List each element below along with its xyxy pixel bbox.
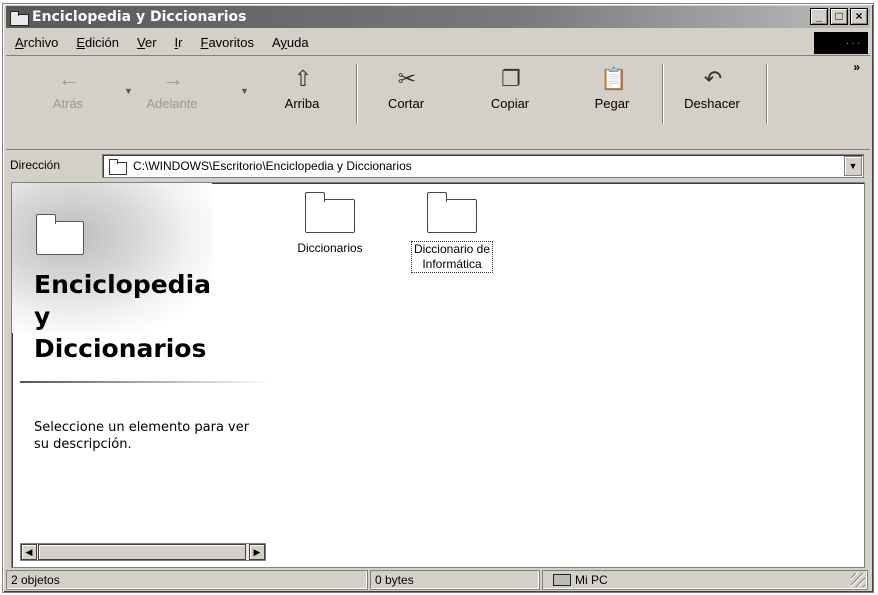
address-bar: Dirección C:\WINDOWS\Escritorio\Enciclop… xyxy=(6,150,870,180)
folder-icon xyxy=(427,191,477,233)
folder-item-diccionarios[interactable]: Diccionarios xyxy=(284,191,376,256)
toolbar-separator xyxy=(766,64,768,124)
undo-label: Deshacer xyxy=(684,96,740,111)
scroll-thumb[interactable] xyxy=(38,544,246,560)
paste-button[interactable]: 📋 Pegar xyxy=(574,62,650,122)
panel-divider xyxy=(20,381,272,383)
address-input[interactable]: C:\WINDOWS\Escritorio\Enciclopedia y Dic… xyxy=(102,154,864,178)
horizontal-scrollbar[interactable]: ◀ ▶ xyxy=(20,543,266,561)
menu-ayuda[interactable]: Ayuda xyxy=(263,35,318,50)
folder-large-icon xyxy=(36,213,84,255)
undo-button[interactable]: ↶ Deshacer xyxy=(674,62,750,122)
panel-description: Seleccione un elemento para ver su descr… xyxy=(34,420,250,452)
copy-icon: ❐ xyxy=(501,66,521,91)
back-label: Atrás xyxy=(52,96,84,111)
minimize-button[interactable]: _ xyxy=(810,8,828,25)
forward-button[interactable]: → Adelante xyxy=(134,62,210,122)
toolbar-separator xyxy=(662,64,664,124)
menu-ir[interactable]: Ir xyxy=(166,35,192,50)
up-folder-icon: ⇧ xyxy=(293,66,313,91)
status-bar: 2 objetos 0 bytes Mi PC xyxy=(6,570,870,592)
toolbar: ← Atrás ▼ → Adelante ▼ ⇧ Arriba ✂ Cortar… xyxy=(6,58,870,150)
back-arrow-icon: ← xyxy=(58,66,80,91)
forward-label: Adelante xyxy=(146,96,198,111)
cut-label: Cortar xyxy=(387,96,425,111)
menu-edicion[interactable]: Edición xyxy=(67,35,128,50)
up-button[interactable]: ⇧ Arriba xyxy=(264,62,340,122)
explorer-window: Enciclopedia y Diccionarios _ □ × Archiv… xyxy=(2,3,874,593)
menu-favoritos[interactable]: Favoritos xyxy=(192,35,263,50)
web-view-panel: Enciclopedia y Diccionarios Seleccione u… xyxy=(12,183,292,567)
folder-icon xyxy=(109,159,127,175)
menu-ver[interactable]: Ver xyxy=(128,35,166,50)
status-object-count: 2 objetos xyxy=(6,570,368,590)
scroll-right-arrow-icon[interactable]: ▶ xyxy=(249,544,265,560)
computer-icon xyxy=(553,574,571,586)
address-label: Dirección xyxy=(10,158,61,172)
scissors-icon: ✂ xyxy=(397,66,417,91)
maximize-button[interactable]: □ xyxy=(830,8,848,25)
folder-label: Diccionario de Informática xyxy=(410,241,494,273)
back-dropdown-icon[interactable]: ▼ xyxy=(124,86,133,96)
folder-icon xyxy=(305,191,355,233)
close-button[interactable]: × xyxy=(850,8,868,25)
address-path: C:\WINDOWS\Escritorio\Enciclopedia y Dic… xyxy=(133,159,412,173)
scroll-left-arrow-icon[interactable]: ◀ xyxy=(21,544,37,560)
toolbar-separator xyxy=(356,64,358,124)
resize-grip[interactable] xyxy=(851,573,865,587)
status-size: 0 bytes xyxy=(370,570,540,590)
forward-arrow-icon: → xyxy=(162,66,184,91)
windows-logo xyxy=(814,32,868,54)
panel-title: Enciclopedia y Diccionarios xyxy=(34,270,212,363)
copy-button[interactable]: ❐ Copiar xyxy=(472,62,548,122)
folder-item-diccionario-informatica[interactable]: Diccionario de Informática xyxy=(394,191,510,273)
status-zone: Mi PC xyxy=(542,570,868,590)
paste-label: Pegar xyxy=(594,96,630,111)
window-controls: _ □ × xyxy=(810,8,868,25)
menu-bar: Archivo Edición Ver Ir Favoritos Ayuda xyxy=(6,30,870,56)
clipboard-icon: 📋 xyxy=(600,66,628,91)
cut-button[interactable]: ✂ Cortar xyxy=(368,62,444,122)
up-label: Arriba xyxy=(284,96,320,111)
toolbar-overflow-chevron-icon[interactable]: » xyxy=(853,60,860,74)
folder-view: Enciclopedia y Diccionarios Seleccione u… xyxy=(11,182,865,568)
folder-label: Diccionarios xyxy=(297,241,363,255)
address-dropdown-button[interactable]: ▼ xyxy=(844,156,862,176)
undo-icon: ↶ xyxy=(703,66,723,91)
forward-dropdown-icon[interactable]: ▼ xyxy=(240,86,249,96)
copy-label: Copiar xyxy=(490,96,530,111)
folder-icon xyxy=(10,10,29,26)
back-button[interactable]: ← Atrás xyxy=(30,62,106,122)
window-title: Enciclopedia y Diccionarios xyxy=(32,9,247,25)
menu-archivo[interactable]: Archivo xyxy=(6,35,67,50)
title-bar[interactable]: Enciclopedia y Diccionarios _ □ × xyxy=(6,6,870,28)
